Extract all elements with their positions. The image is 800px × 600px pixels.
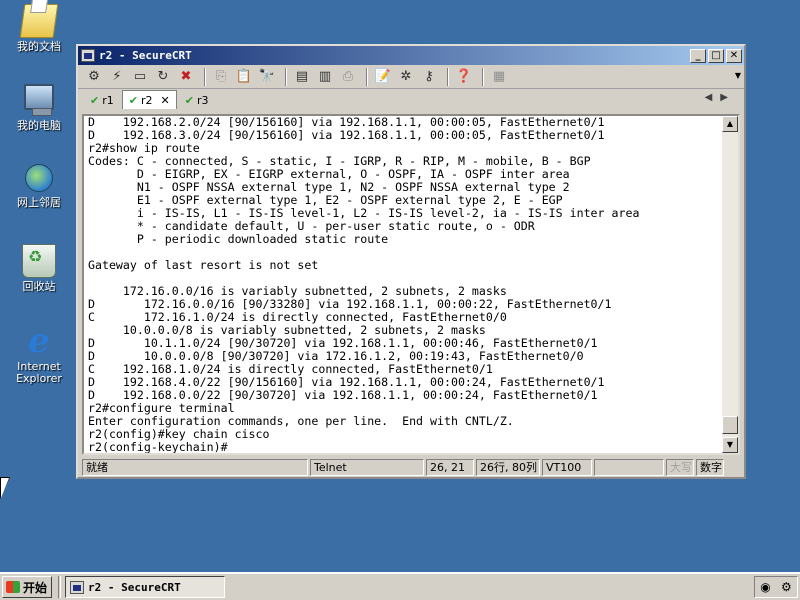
tab-close-icon[interactable]: ✕: [161, 94, 170, 107]
statusbar: 就绪 Telnet 26, 21 26行, 80列 VT100 大写 数字: [82, 459, 740, 476]
desktop-icon-label: Internet Explorer: [16, 360, 62, 385]
tab-label: r2: [140, 93, 153, 107]
quick-connect-icon[interactable]: ⚡: [107, 68, 127, 86]
taskbar-button-securecrt[interactable]: r2 - SecureCRT: [65, 576, 225, 598]
status-caps-lock: 大写: [666, 459, 694, 476]
toolbar-separator: [482, 67, 484, 86]
scroll-up-icon[interactable]: ▲: [722, 116, 738, 132]
window-title: r2 - SecureCRT: [99, 49, 192, 62]
terminal-scrollbar[interactable]: ▲ ▼: [722, 116, 738, 453]
network-places-icon: [25, 164, 53, 192]
terminal-line: r2(config-keychain)#: [88, 440, 228, 454]
global-options-icon[interactable]: ✲: [396, 68, 416, 86]
sftp-icon[interactable]: ▦: [489, 68, 509, 86]
taskbar-button-label: r2 - SecureCRT: [88, 580, 181, 594]
desktop-icon-network-places[interactable]: 网上邻居: [4, 164, 74, 209]
maximize-button[interactable]: □: [708, 48, 724, 63]
desktop-icon-label: 我的文档: [17, 40, 61, 53]
desktop-icon-label: 我的电脑: [17, 119, 61, 132]
start-button[interactable]: 开始: [2, 576, 52, 598]
securecrt-app-icon: [81, 49, 95, 62]
securecrt-window: r2 - SecureCRT _ □ ✕ ⚙ ⚡ ▭ ↻ ✖ ⎘ 📋 🔭 ▤ ▥…: [76, 44, 746, 479]
status-cursor-position: 26, 21: [426, 459, 474, 476]
tray-network-icon[interactable]: ⚙: [781, 580, 792, 594]
desktop-icon-my-documents[interactable]: 我的文档: [4, 4, 74, 53]
session-tabbar: ✔ r1 ✔ r2 ✕ ✔ r3 ◀▶: [78, 89, 744, 109]
terminal-line: Gateway of last resort is not set: [88, 258, 319, 272]
scroll-thumb[interactable]: [722, 416, 738, 434]
my-documents-icon: [19, 4, 59, 38]
disconnect-icon[interactable]: ✖: [176, 68, 196, 86]
status-num-lock: 数字: [696, 459, 724, 476]
status-ready: 就绪: [82, 459, 308, 476]
desktop-icon-label: 回收站: [22, 280, 56, 293]
toolbar: ⚙ ⚡ ▭ ↻ ✖ ⎘ 📋 🔭 ▤ ▥ ⎙ 📝 ✲ ⚷ ❓ ▦ ▼: [78, 65, 744, 89]
desktop-icon-label: 网上邻居: [17, 196, 61, 209]
terminal-area[interactable]: D 192.168.2.0/24 [90/156160] via 192.168…: [82, 114, 740, 455]
connect-icon[interactable]: ⚙: [84, 68, 104, 86]
taskbar: 开始 r2 - SecureCRT ◉ ⚙: [0, 572, 800, 600]
tab-r2[interactable]: ✔ r2 ✕: [121, 90, 177, 109]
status-blank: [594, 459, 664, 476]
toolbar-separator: [447, 67, 449, 86]
reconnect-icon[interactable]: ↻: [153, 68, 173, 86]
tab-r1[interactable]: ✔ r1: [84, 92, 120, 109]
tab-r3[interactable]: ✔ r3: [179, 92, 215, 109]
mouse-cursor-icon: [0, 477, 10, 499]
toolbar-separator: [366, 67, 368, 86]
keymap-icon[interactable]: ⚷: [419, 68, 439, 86]
taskbar-separator: [58, 576, 61, 598]
desktop-icon-internet-explorer[interactable]: e Internet Explorer: [4, 324, 74, 385]
help-icon[interactable]: ❓: [454, 68, 474, 86]
toolbar-separator: [285, 67, 287, 86]
terminal-line: P - periodic downloaded static route: [88, 232, 389, 246]
recycle-bin-icon: [22, 244, 56, 278]
start-label: 开始: [23, 580, 48, 595]
tab-label: r1: [102, 94, 114, 107]
minimize-button[interactable]: _: [690, 48, 706, 63]
desktop-icon-recycle-bin[interactable]: 回收站: [4, 244, 74, 293]
desktop-icon-my-computer[interactable]: 我的电脑: [4, 84, 74, 132]
status-emulation: VT100: [542, 459, 592, 476]
find-icon[interactable]: 🔭: [257, 68, 277, 86]
connected-check-icon: ✔: [128, 93, 138, 107]
system-tray: ◉ ⚙: [754, 576, 798, 598]
my-computer-icon: [24, 84, 54, 116]
tab-scroll-arrows-icon[interactable]: ◀▶: [705, 92, 736, 103]
securecrt-app-icon: [70, 580, 84, 594]
tab-label: r3: [196, 94, 209, 107]
toolbar-chevron-icon[interactable]: ▼: [735, 71, 741, 80]
scroll-down-icon[interactable]: ▼: [722, 437, 738, 453]
paste-icon[interactable]: 📋: [234, 68, 254, 86]
toolbar-separator: [204, 67, 206, 86]
connected-check-icon: ✔: [90, 94, 100, 107]
connect-tab-icon[interactable]: ▭: [130, 68, 150, 86]
terminal-output: D 192.168.2.0/24 [90/156160] via 192.168…: [88, 116, 639, 454]
close-button[interactable]: ✕: [726, 48, 742, 63]
tray-volume-icon[interactable]: ◉: [760, 580, 770, 594]
print-selection-icon[interactable]: ▥: [315, 68, 335, 86]
print-icon[interactable]: ⎙: [338, 68, 358, 86]
windows-logo-icon: [6, 581, 20, 593]
internet-explorer-icon: e: [28, 321, 50, 361]
copy-icon[interactable]: ⎘: [211, 68, 231, 86]
status-protocol: Telnet: [310, 459, 424, 476]
status-terminal-size: 26行, 80列: [476, 459, 540, 476]
print-setup-icon[interactable]: ▤: [292, 68, 312, 86]
session-options-icon[interactable]: 📝: [373, 68, 393, 86]
connected-check-icon: ✔: [184, 94, 194, 107]
window-titlebar[interactable]: r2 - SecureCRT _ □ ✕: [78, 46, 744, 65]
